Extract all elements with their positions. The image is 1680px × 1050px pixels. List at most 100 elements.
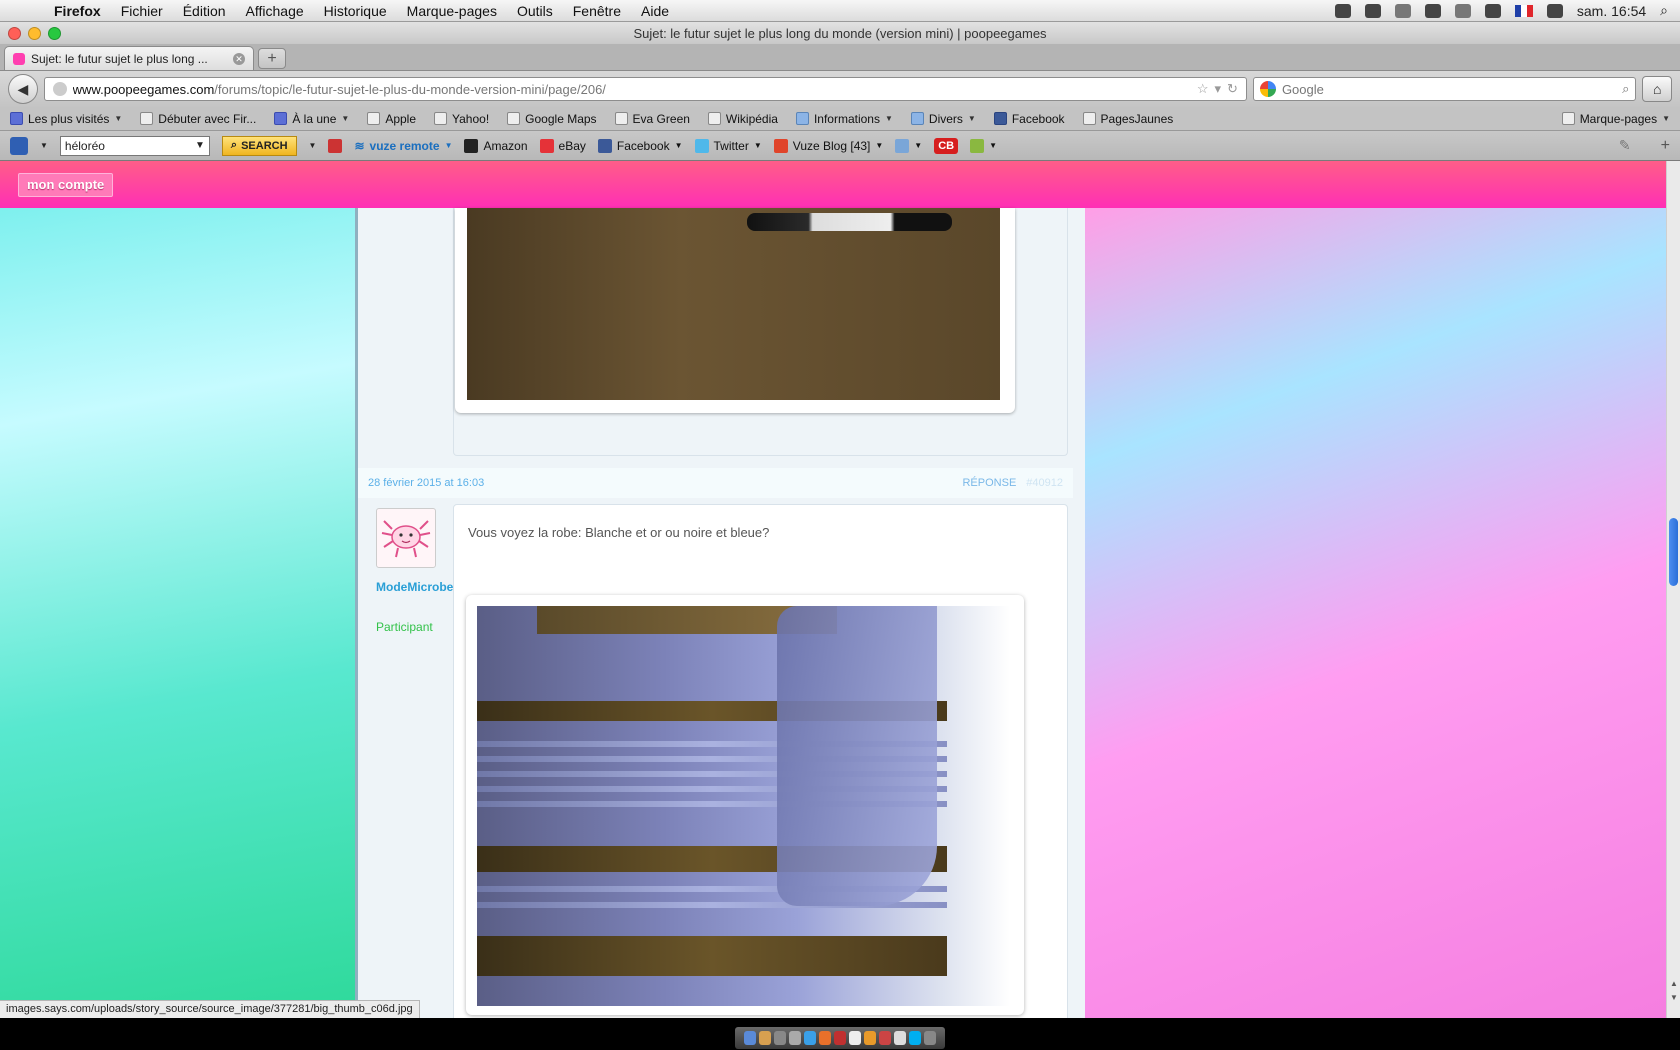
url-dropdown-icon[interactable]: ▾ [1215, 81, 1222, 97]
app-icon[interactable] [849, 1031, 861, 1045]
dress-photo[interactable] [477, 606, 1010, 1006]
vuze-remote-button[interactable]: ≋ vuze remote ▼ [354, 139, 452, 153]
menu-app[interactable]: Firefox [44, 3, 111, 19]
spotlight-icon[interactable]: ⌕ [1660, 2, 1668, 19]
new-tab-button[interactable]: + [258, 48, 286, 69]
toolbar-item-label: Vuze Blog [43] [792, 138, 871, 153]
reload-icon[interactable]: ↻ [1227, 81, 1238, 97]
tool-icon[interactable] [1364, 3, 1381, 18]
dropbox-icon[interactable] [1334, 3, 1351, 18]
google-icon[interactable] [1259, 81, 1276, 97]
menu-fenetre[interactable]: Fenêtre [563, 3, 631, 19]
scrollbar-thumb[interactable] [1669, 518, 1678, 586]
toolbar-dropdown-icon[interactable]: ▼ [309, 141, 317, 150]
time-machine-icon[interactable] [1424, 3, 1441, 18]
bookmark-wikipedia[interactable]: Wikipédia [707, 112, 778, 126]
bookmark-most-visited[interactable]: Les plus visités ▼ [10, 112, 122, 126]
app-icon[interactable] [894, 1031, 906, 1045]
bookmark-label: Eva Green [632, 111, 690, 126]
menubar-clock[interactable]: sam. 16:54 [1577, 3, 1646, 19]
page-icon [1082, 112, 1096, 125]
home-button[interactable]: ⌂ [1642, 76, 1672, 102]
mon-compte-button[interactable]: mon compte [18, 173, 114, 197]
bookmark-eva-green[interactable]: Eva Green [614, 111, 690, 126]
toolbar-facebook[interactable]: Facebook ▼ [597, 138, 683, 153]
tab-current[interactable]: Sujet: le futur sujet le plus long ... ✕ [4, 46, 254, 70]
toolbar-mail[interactable]: ▼ [895, 138, 922, 153]
bookmark-label: Yahoo! [452, 111, 490, 126]
bookmarks-menu-button[interactable]: Marque-pages ▼ [1561, 112, 1670, 126]
menu-edition[interactable]: Édition [173, 3, 236, 19]
menu-affichage[interactable]: Affichage [236, 3, 314, 19]
zoom-window-button[interactable] [48, 26, 61, 40]
bookmark-label: PagesJaunes [1100, 111, 1174, 126]
menu-marque-pages[interactable]: Marque-pages [397, 3, 507, 19]
toolbar-search-input[interactable]: héloréo ▼ [59, 135, 210, 156]
menu-fichier[interactable]: Fichier [111, 3, 173, 19]
toolbar-vuze-blog[interactable]: Vuze Blog [43] ▼ [773, 138, 883, 153]
bookmark-informations[interactable]: Informations ▼ [795, 112, 893, 126]
toolbar-ebay[interactable]: eBay [539, 138, 586, 153]
bookmark-divers[interactable]: Divers ▼ [910, 112, 976, 126]
search-bar[interactable]: Google ⌕ [1252, 77, 1637, 101]
search-magnifier-icon[interactable]: ⌕ [1622, 81, 1629, 97]
toolbar-item-label: Twitter [713, 138, 749, 153]
app-icon[interactable] [834, 1031, 846, 1045]
bookmark-star-icon[interactable]: ☆ [1197, 81, 1209, 97]
reply-link[interactable]: RÉPONSE [962, 477, 1016, 489]
axolotl-avatar-icon [381, 520, 431, 558]
bluetooth-icon[interactable] [1454, 3, 1471, 18]
scroll-up-icon[interactable]: ▲ [1669, 979, 1679, 989]
toolbar-plugin[interactable]: ▼ [970, 138, 997, 153]
toolbar-logo-icon[interactable] [10, 136, 28, 155]
tab-close-icon[interactable]: ✕ [233, 52, 245, 65]
sync-icon[interactable] [1394, 3, 1411, 18]
bookmark-apple[interactable]: Apple [367, 112, 416, 126]
wifi-icon[interactable] [1484, 3, 1501, 18]
poopeegames-favicon [13, 52, 25, 65]
mail-icon[interactable] [759, 1031, 771, 1045]
toolbar-dropdown-icon[interactable]: ▼ [40, 141, 48, 150]
url-bar[interactable]: www.poopeegames.com/forums/topic/le-futu… [43, 77, 1247, 101]
firefox-icon[interactable] [819, 1031, 831, 1045]
wrench-icon[interactable]: ✎ [1619, 137, 1631, 154]
bookmark-yahoo[interactable]: Yahoo! [434, 112, 489, 126]
add-toolbar-button[interactable]: + [1661, 137, 1670, 155]
trash-icon[interactable] [328, 138, 343, 153]
volume-icon[interactable] [1546, 3, 1563, 18]
app-icon[interactable] [789, 1031, 801, 1045]
trash-icon[interactable] [924, 1031, 936, 1045]
bookmark-getting-started[interactable]: Débuter avec Fir... [140, 112, 256, 126]
safari-icon[interactable] [804, 1031, 816, 1045]
skype-icon[interactable] [909, 1031, 921, 1045]
chevron-down-icon[interactable]: ▼ [195, 140, 205, 151]
app-icon[interactable] [774, 1031, 786, 1045]
minimize-window-button[interactable] [28, 26, 41, 40]
menu-historique[interactable]: Historique [314, 3, 397, 19]
back-button[interactable]: ◀ [8, 74, 38, 104]
bookmark-a-la-une[interactable]: À la une ▼ [274, 112, 349, 126]
menu-aide[interactable]: Aide [631, 3, 679, 19]
close-window-button[interactable] [8, 26, 21, 40]
bookmark-google-maps[interactable]: Google Maps [507, 112, 597, 126]
previous-post-image[interactable] [467, 208, 1000, 400]
scroll-down-icon[interactable]: ▼ [1669, 993, 1679, 1003]
french-flag-icon[interactable] [1514, 4, 1533, 17]
toolbar-amazon[interactable]: Amazon [464, 138, 528, 153]
app-icon[interactable] [879, 1031, 891, 1045]
finder-icon[interactable] [744, 1031, 756, 1045]
toolbar-search-button[interactable]: ⌕ SEARCH [221, 135, 297, 156]
avatar[interactable] [376, 508, 436, 568]
window-title: Sujet: le futur sujet le plus long du mo… [633, 25, 1047, 41]
post-number-link[interactable]: #40912 [1026, 477, 1063, 489]
url-text: www.poopeegames.com/forums/topic/le-futu… [73, 82, 1191, 97]
vlc-icon[interactable] [864, 1031, 876, 1045]
page-scrollbar[interactable]: ▲ ▼ [1666, 161, 1680, 1018]
toolbar-twitter[interactable]: Twitter ▼ [694, 138, 762, 153]
toolbar-cb-button[interactable]: CB [934, 137, 959, 154]
site-identity-icon[interactable] [52, 82, 67, 96]
macos-menubar: Firefox Fichier Édition Affichage Histor… [0, 0, 1680, 22]
bookmark-pagesjaunes[interactable]: PagesJaunes [1082, 111, 1174, 126]
menu-outils[interactable]: Outils [507, 3, 563, 19]
bookmark-facebook[interactable]: Facebook [993, 112, 1065, 126]
